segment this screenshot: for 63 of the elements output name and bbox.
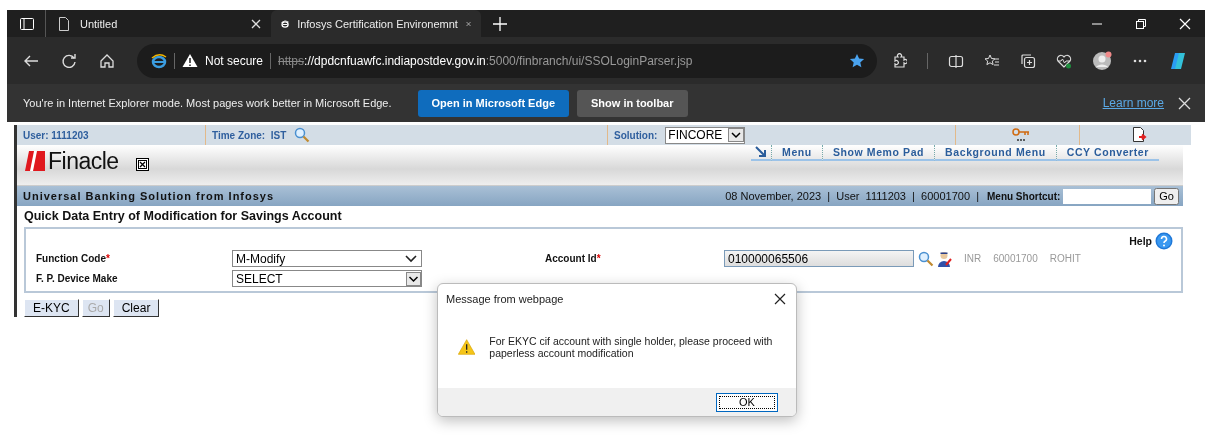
account-detail: INR xyxy=(964,253,982,264)
health-icon[interactable] xyxy=(1056,52,1072,69)
new-tab-icon[interactable] xyxy=(493,16,507,31)
warning-icon xyxy=(182,53,198,68)
account-detail: ROHIT xyxy=(1049,253,1081,264)
finacle-logo-icon xyxy=(25,151,45,171)
search-icon[interactable] xyxy=(294,127,311,143)
tab-actions-icon[interactable] xyxy=(19,15,35,32)
refresh-icon[interactable] xyxy=(61,52,77,69)
dropdown[interactable]: M-Modify xyxy=(232,250,422,267)
page-icon xyxy=(56,15,72,32)
home-icon[interactable] xyxy=(99,52,115,69)
security-label: Not secure xyxy=(205,53,264,68)
timezone-label: Time Zone: IST xyxy=(212,129,287,141)
solution-label: Solution: xyxy=(614,129,658,141)
page-title: Quick Data Entry of Modification for Savings Account xyxy=(24,209,343,223)
shortcut-label: Menu Shortcut: xyxy=(987,190,1061,202)
address-bar[interactable]: Not secure https://dpdcnfuawfc.indiapostdev.gov.in:5000/finbranch/ui/SSOLoginParser.jsp xyxy=(137,43,877,78)
copilot-icon[interactable] xyxy=(1168,50,1188,71)
show-in-toolbar-button[interactable]: Show in toolbar xyxy=(577,89,688,117)
status-text: 08 November, 2023 | User 1111203 | 60001700 | xyxy=(725,190,979,202)
star-icon[interactable] xyxy=(849,52,865,69)
go-button[interactable]: Go xyxy=(1154,187,1179,205)
collections-icon[interactable] xyxy=(1020,52,1036,69)
logo-text: Finacle xyxy=(48,147,119,175)
dropdown[interactable]: SELECT xyxy=(232,270,422,287)
key-icon[interactable] xyxy=(1011,128,1030,142)
account-id-field[interactable]: 010000065506 xyxy=(724,250,914,267)
field-label: Account Id* xyxy=(545,253,602,264)
account-detail: 60001700 xyxy=(993,253,1038,264)
action-button[interactable]: Clear xyxy=(112,299,160,317)
close-icon[interactable] xyxy=(135,157,149,171)
learn-more-link[interactable]: Learn more xyxy=(1102,96,1164,110)
banner-title: Universal Banking Solution from Infosys xyxy=(23,190,275,202)
field-label: Function Code* xyxy=(36,253,111,264)
action-button[interactable]: E-KYC xyxy=(24,299,79,317)
user-label: User: 1111203 xyxy=(23,129,89,141)
split-screen-icon[interactable] xyxy=(948,52,964,69)
close-icon[interactable] xyxy=(774,293,786,305)
dialog-message: For EKYC cif account with single holder, please proceed with paperless account modification xyxy=(489,335,774,359)
nav-link[interactable]: Menu xyxy=(771,145,822,161)
url-text[interactable]: https://dpdcnfuawfc.indiapostdev.gov.in:5000/finbranch/ui/SSOLoginParser.jsp xyxy=(278,53,842,68)
restore-icon[interactable] xyxy=(1135,17,1147,30)
nav-link[interactable]: CCY Converter xyxy=(1055,145,1159,161)
avatar-icon[interactable] xyxy=(1092,50,1112,71)
shortcut-field[interactable] xyxy=(1063,188,1152,204)
field-label: F. P. Device Make xyxy=(36,273,119,284)
open-in-edge-button[interactable]: Open in Microsoft Edge xyxy=(417,89,569,117)
chevron-down-icon xyxy=(405,254,417,263)
extensions-icon[interactable] xyxy=(891,52,907,69)
ok-button[interactable]: OK xyxy=(716,392,778,412)
nav-link[interactable]: Show Memo Pad xyxy=(821,145,935,161)
help-link[interactable]: Help xyxy=(1129,235,1152,247)
logout-icon[interactable] xyxy=(1130,127,1147,143)
favorites-icon[interactable] xyxy=(984,52,1000,69)
ie-mode-message: You're in Internet Explorer mode. Most pages work better in Microsoft Edge. xyxy=(23,97,392,109)
nav-link[interactable]: Background Menu xyxy=(934,145,1056,161)
browser-tab[interactable]: Infosys Certification Environemnt xyxy=(271,10,481,37)
collapse-icon[interactable] xyxy=(751,145,772,161)
dialog-title: Message from webpage xyxy=(446,293,564,305)
person-icon[interactable] xyxy=(938,250,952,267)
help-icon[interactable] xyxy=(1155,232,1173,250)
solution-select[interactable]: FINCORE xyxy=(665,126,746,144)
